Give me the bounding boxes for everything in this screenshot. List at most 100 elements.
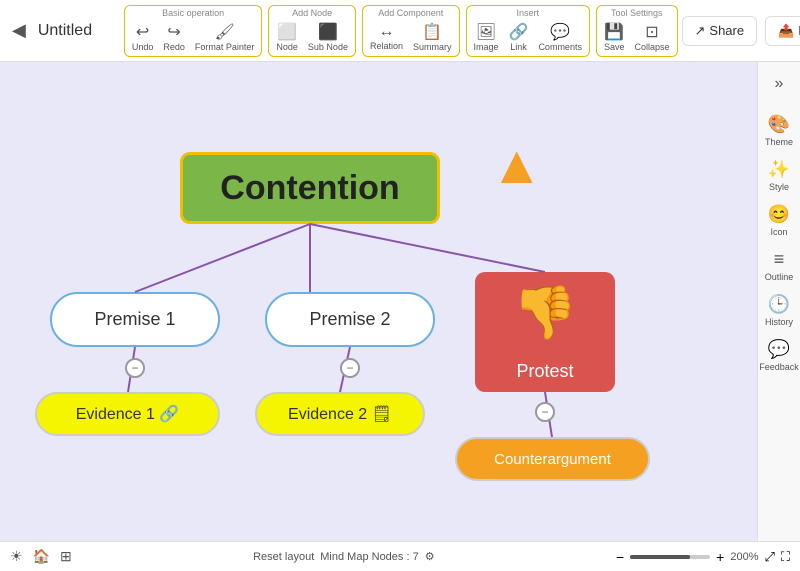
theme-label: Theme [765,137,793,147]
toolbar-sub-node[interactable]: ⬛ Sub Node [305,20,351,54]
save-label: Save [604,42,625,52]
toolbar-undo[interactable]: ↩ Undo [129,20,157,54]
toolbar-group-tool-settings: Tool Settings 💾 Save ⊡ Collapse [596,5,678,57]
sidebar-tool-feedback[interactable]: 💬 Feedback [760,335,798,376]
toolbar-group-add-component: Add Component ↔ Relation 📋 Summary [362,5,460,57]
grid-icon[interactable]: ⊞ [60,548,72,565]
sidebar-tool-outline[interactable]: ≡ Outline [760,245,798,286]
collapse-icon: ⊡ [645,22,658,42]
contention-node[interactable]: Contention [180,152,440,224]
format-painter-label: Format Painter [195,42,255,52]
toolbar-group-insert: Insert 🖼 Image 🔗 Link 💬 Comments [466,5,590,57]
collapse-protest[interactable]: − [535,402,555,422]
collapse-label: Collapse [634,42,669,52]
sidebar-tool-history[interactable]: 🕒 History [760,290,798,331]
toolbar-summary[interactable]: 📋 Summary [410,20,455,54]
fullscreen-icon[interactable]: ⛶ [781,549,790,565]
toolbar-group-add-node-label: Add Node [292,8,332,18]
counterargument-node[interactable]: Counterargument [455,437,650,481]
premise1-node[interactable]: Premise 1 [50,292,220,347]
sidebar-tool-style[interactable]: ✨ Style [760,155,798,196]
zoom-fill [630,555,690,559]
history-icon: 🕒 [768,294,790,315]
premise2-label: Premise 2 [309,309,390,330]
share-label: Share [709,23,744,38]
home-icon[interactable]: 🏠 [33,548,50,565]
history-label: History [765,317,793,327]
outline-label: Outline [765,272,794,282]
link-label: Link [510,42,527,52]
evidence2-label: Evidence 2 🗒 [288,404,392,424]
toolbar-group-basic: Basic operation ↩ Undo ↪ Redo 🖌 Format P… [124,5,263,57]
sun-icon[interactable]: ☀ [10,548,23,565]
toolbar-image[interactable]: 🖼 Image [471,20,502,54]
toolbar-save[interactable]: 💾 Save [601,20,628,54]
evidence1-node[interactable]: Evidence 1 🔗 [35,392,220,436]
evidence1-label: Evidence 1 🔗 [76,404,180,424]
undo-label: Undo [132,42,154,52]
toolbar-items-add-component: ↔ Relation 📋 Summary [367,20,455,54]
redo-icon: ↪ [167,22,180,42]
collapse-premise2[interactable]: − [340,358,360,378]
premise2-node[interactable]: Premise 2 [265,292,435,347]
icon-tool-icon: 😊 [768,204,790,225]
redo-label: Redo [163,42,185,52]
contention-label: Contention [220,169,399,208]
toolbar-redo[interactable]: ↪ Redo [160,20,188,54]
toolbar-items-basic: ↩ Undo ↪ Redo 🖌 Format Painter [129,20,258,54]
link-icon: 🔗 [509,22,529,42]
node-label: Node [276,42,298,52]
save-icon: 💾 [604,22,624,42]
image-icon: 🖼 [476,22,496,42]
export-button[interactable]: 📤 Export [765,16,800,46]
feedback-label: Feedback [759,362,799,372]
zoom-bar [630,555,710,559]
comments-label: Comments [538,42,582,52]
zoom-minus-button[interactable]: − [616,549,624,565]
sidebar-tool-theme[interactable]: 🎨 Theme [760,110,798,151]
toolbar-link[interactable]: 🔗 Link [506,20,532,54]
back-button[interactable]: ◀ [8,16,30,45]
style-label: Style [769,182,789,192]
toolbar-group-basic-label: Basic operation [162,8,224,18]
toolbar-group-add-node: Add Node ⬜ Node ⬛ Sub Node [268,5,356,57]
document-title: Untitled [38,22,108,40]
style-icon: ✨ [768,159,790,180]
toolbar-items-tool-settings: 💾 Save ⊡ Collapse [601,20,673,54]
zoom-percent: 200% [730,551,758,563]
node-icon: ⬜ [277,22,297,42]
theme-icon: 🎨 [768,114,790,135]
toolbar-format-painter[interactable]: 🖌 Format Painter [192,20,258,54]
bottom-bar: ☀ 🏠 ⊞ Reset layout Mind Map Nodes : 7 ⚙ … [0,541,800,571]
toolbar-node[interactable]: ⬜ Node [273,20,301,54]
protest-node[interactable]: 👎 Protest [475,272,615,392]
node-count: Mind Map Nodes : 7 [320,551,418,563]
sidebar-collapse-button[interactable]: » [765,70,793,98]
bottom-right: − + 200% ⤢ ⛶ [616,549,790,565]
reset-layout-button[interactable]: Reset layout [253,551,314,563]
share-button[interactable]: ↗ Share [682,16,758,46]
undo-icon: ↩ [136,22,149,42]
share-export-group: ↗ Share 📤 Export [682,16,800,46]
zoom-plus-button[interactable]: + [716,549,724,565]
toolbar-collapse[interactable]: ⊡ Collapse [631,20,672,54]
relation-label: Relation [370,41,403,51]
protest-label: Protest [516,361,573,382]
collapse-premise1[interactable]: − [125,358,145,378]
counterargument-label: Counterargument [494,451,611,468]
right-sidebar: » 🎨 Theme ✨ Style 😊 Icon ≡ Outline 🕒 His… [757,62,800,571]
fit-icon[interactable]: ⤢ [764,549,774,565]
toolbar-comments[interactable]: 💬 Comments [535,20,585,54]
feedback-icon: 💬 [768,339,790,360]
relation-icon: ↔ [378,23,394,41]
sidebar-tool-icon[interactable]: 😊 Icon [760,200,798,241]
bottom-center: Reset layout Mind Map Nodes : 7 ⚙ [82,550,606,563]
toolbar-group-tool-settings-label: Tool Settings [611,8,663,18]
sub-node-label: Sub Node [308,42,348,52]
toolbar-relation[interactable]: ↔ Relation [367,21,406,53]
toolbar-items-insert: 🖼 Image 🔗 Link 💬 Comments [471,20,585,54]
settings-dot-icon: ⚙ [425,550,435,563]
canvas[interactable]: ▲ Contention Premise 1 Premise 2 👎 Prote… [0,62,757,571]
evidence2-node[interactable]: Evidence 2 🗒 [255,392,425,436]
up-arrow-icon: ▲ [490,134,543,196]
